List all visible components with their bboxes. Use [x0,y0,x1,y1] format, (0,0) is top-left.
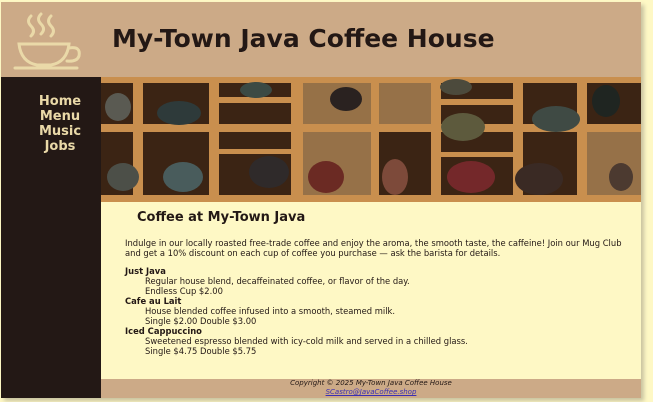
copyright-text: Copyright © 2025 My-Town Java Coffee Hou… [290,379,452,387]
menu-item-price: Endless Cup $2.00 [145,286,223,296]
site-header: My-Town Java Coffee House [1,2,641,77]
hero-image-coffee-mugs [101,77,641,202]
intro-paragraph: Indulge in our locally roasted free-trad… [125,238,622,258]
coffee-menu-list: Just Java Regular house blend, decaffein… [125,266,468,356]
coffee-cup-logo-icon [13,12,81,70]
main-content: Coffee at My-Town Java Indulge in our lo… [101,202,641,379]
menu-item-name: Cafe au Lait [125,296,182,306]
contact-email-link[interactable]: SCastro@JavaCoffee.shop [101,388,641,397]
site-title: My-Town Java Coffee House [112,24,495,53]
menu-item-description: House blended coffee infused into a smoo… [145,306,396,316]
page-wrapper: My-Town Java Coffee House Home Menu Musi… [1,2,641,398]
menu-item-price: Single $2.00 Double $3.00 [145,316,257,326]
menu-item-description: Sweetened espresso blended with icy-cold… [145,336,468,346]
content-heading: Coffee at My-Town Java [137,210,306,225]
menu-item-price: Single $4.75 Double $5.75 [145,346,257,356]
menu-item-name: Iced Cappuccino [125,326,202,336]
site-footer: Copyright © 2025 My-Town Java Coffee Hou… [101,379,641,398]
menu-item-name: Just Java [125,266,166,276]
menu-item-description: Regular house blend, decaffeinated coffe… [145,276,410,286]
